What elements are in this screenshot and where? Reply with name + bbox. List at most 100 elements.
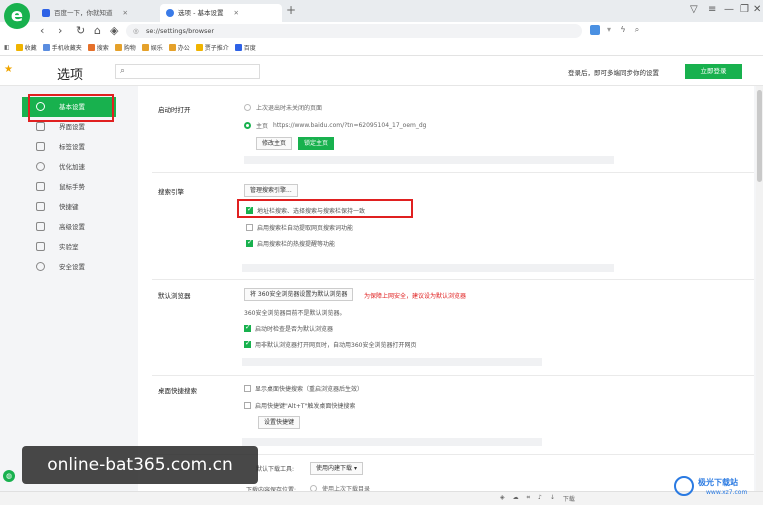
blurred-row [242,358,542,366]
brand-name: 极光下载站 [698,478,738,487]
page-title: 选项 [57,68,84,83]
cloud-icon[interactable]: ☁ [513,494,519,503]
chevron-down-icon[interactable]: ▾ [604,25,614,35]
search-icon[interactable]: ⌕ [632,25,642,35]
bookmark-item[interactable]: 收藏 [15,43,37,52]
shield-icon[interactable]: ◈ [500,494,505,503]
sidebar-item-label: 优化加速 [59,163,85,171]
checkbox-desktop-search[interactable]: 显示桌面快捷搜索（重启浏览器后生效） [244,384,363,393]
checkbox-icon [244,385,251,392]
checkbox-check-default[interactable]: 启动时检查是否为默认浏览器 [244,323,333,333]
radio-selected-icon [244,122,251,129]
tab-strip: 百度一下，你就知道 ✕ 选项 - 基本设置 ✕ + ▽ ≡ — ❐ ✕ [0,0,763,22]
settings-search-input[interactable]: ⌕ [115,64,260,79]
bookmark-item[interactable]: 百度 [234,43,256,52]
sidebar-item-tabs[interactable]: 标签设置 [22,137,116,157]
lock-homepage-button[interactable]: 锁定主页 [298,137,335,150]
checkbox-desktop-hotkey[interactable]: 启用快捷键"Alt+T"触发桌面快捷搜索 [244,401,355,410]
sidebar-toggle-icon[interactable]: ◧ [4,44,10,51]
url-text: se://settings/browser [146,27,215,35]
close-tab-icon[interactable]: ✕ [233,9,238,17]
close-tab-icon[interactable]: ✕ [123,9,128,17]
sidebar-item-label: 界面设置 [59,123,85,131]
main-scrollbar[interactable] [756,86,763,491]
highlight-box-search-sync [237,199,413,218]
bookmark-label: 办公 [177,45,190,52]
sidebar-item-label: 实验室 [59,243,79,251]
manage-search-engines-button[interactable]: 管理搜索引擎... [244,184,298,197]
checkbox-search-related[interactable]: 启用搜索栏自动提取网页搜索词功能 [246,223,353,232]
sidebar-item-shortcuts[interactable]: 快捷键 [22,197,116,217]
shield-icon [36,262,45,271]
startup-option-homepage[interactable]: 主页 https://www.baidu.com/?tn=62095104_17_… [244,121,426,130]
bookmark-item[interactable]: 手机收藏夹 [42,43,82,52]
option-text: 用非默认浏览器打开网页时，自动用360安全浏览器打开网页 [255,342,417,349]
default-browser-label: 默认浏览器 [158,292,191,300]
sidebar-item-gestures[interactable]: 鼠标手势 [22,177,116,197]
tab-baidu[interactable]: 百度一下，你就知道 ✕ [36,4,136,22]
startup-option-last-session[interactable]: 上次退出时未关闭的页面 [244,103,322,112]
section-divider [152,375,754,376]
close-window-icon[interactable]: ✕ [753,4,761,15]
sidebar-item-advanced[interactable]: 高级设置 [22,217,116,237]
bookmark-item[interactable]: 购物 [114,43,136,52]
lightning-icon[interactable]: ϟ [618,25,628,35]
assistant-icon[interactable]: ◍ [3,470,15,482]
interface-icon [36,122,45,131]
blurred-row [242,438,542,446]
bookmark-item[interactable]: 贾子推介 [195,43,229,52]
tab-settings[interactable]: 选项 - 基本设置 ✕ [160,4,282,22]
set-hotkey-button[interactable]: 设置快捷键 [258,416,301,429]
sidebar-item-optimize[interactable]: 优化加速 [22,157,116,177]
status-bar: ◈ ☁ ⌗ ♪ ↓ 下载 [0,491,763,505]
checkbox-search-hot[interactable]: 启用搜索栏的热搜提醒等功能 [246,238,335,248]
keyboard-icon [36,202,45,211]
forward-icon[interactable]: › [58,24,62,38]
minimize-icon[interactable]: — [724,4,734,15]
sidebar-item-lab[interactable]: 实验室 [22,237,116,257]
tab-label: 选项 - 基本设置 [178,9,224,17]
speaker-icon[interactable]: ♪ [538,494,542,503]
login-button[interactable]: 立即登录 [685,64,742,79]
refresh-icon[interactable]: ↻ [76,24,85,38]
sidebar-item-label: 安全设置 [59,263,85,271]
bookmark-item[interactable]: 搜索 [87,43,109,52]
favorite-star-icon[interactable]: ★ [4,64,13,75]
tab-label: 百度一下，你就知道 [54,9,113,17]
home-icon[interactable]: ⌂ [94,24,101,38]
select-value: 使用内建下载 [316,465,353,472]
menu-icon[interactable]: ≡ [708,4,716,15]
checkbox-open-with-360[interactable]: 用非默认浏览器打开网页时，自动用360安全浏览器打开网页 [244,339,417,349]
option-text: 启用搜索栏自动提取网页搜索词功能 [257,225,354,232]
download-tool-select[interactable]: 使用内建下载 ▾ [310,462,363,475]
set-default-browser-button[interactable]: 将 360安全浏览器设置为默认浏览器 [244,288,354,301]
restore-icon[interactable]: ❐ [740,4,749,15]
shield-icon[interactable]: ◈ [110,24,118,38]
settings-main: 启动时打开 上次退出时未关闭的页面 主页 https://www.baidu.co… [138,86,754,505]
screenshot-icon[interactable]: ⌗ [527,494,530,503]
site-brand-logo: 极光下载站 www.xz7.com [672,474,760,500]
status-download-label[interactable]: 下载 [563,494,575,503]
blurred-row [242,264,614,272]
radio-icon [244,104,251,111]
modify-homepage-button[interactable]: 修改主页 [256,137,293,150]
option-text: 显示桌面快捷搜索（重启浏览器后生效） [255,386,364,393]
brand-circle-icon [674,476,694,496]
phone-icon [42,44,50,51]
scrollbar-thumb[interactable] [757,90,762,182]
address-bar: ‹ › ↻ ⌂ ◈ ◎ se://settings/browser ▾ ϟ ⌕ [0,22,763,40]
option-text: 启用快捷键"Alt+T"触发桌面快捷搜索 [255,403,356,410]
bookmark-label: 搜索 [96,45,109,52]
address-tools: ▾ ϟ ⌕ [590,25,642,37]
tab-icon [36,142,45,151]
back-icon[interactable]: ‹ [40,24,44,38]
bookmark-item[interactable]: 娱乐 [141,43,163,52]
bookmark-item[interactable]: 办公 [168,43,190,52]
checkbox-icon [244,402,251,409]
url-field[interactable]: ◎ se://settings/browser [126,24,582,38]
new-tab-button[interactable]: + [286,3,296,17]
skin-icon[interactable]: ▽ [690,4,698,15]
sidebar-item-security[interactable]: 安全设置 [22,257,116,277]
bookmark-star-icon[interactable] [590,25,600,35]
download-icon[interactable]: ↓ [550,494,555,503]
